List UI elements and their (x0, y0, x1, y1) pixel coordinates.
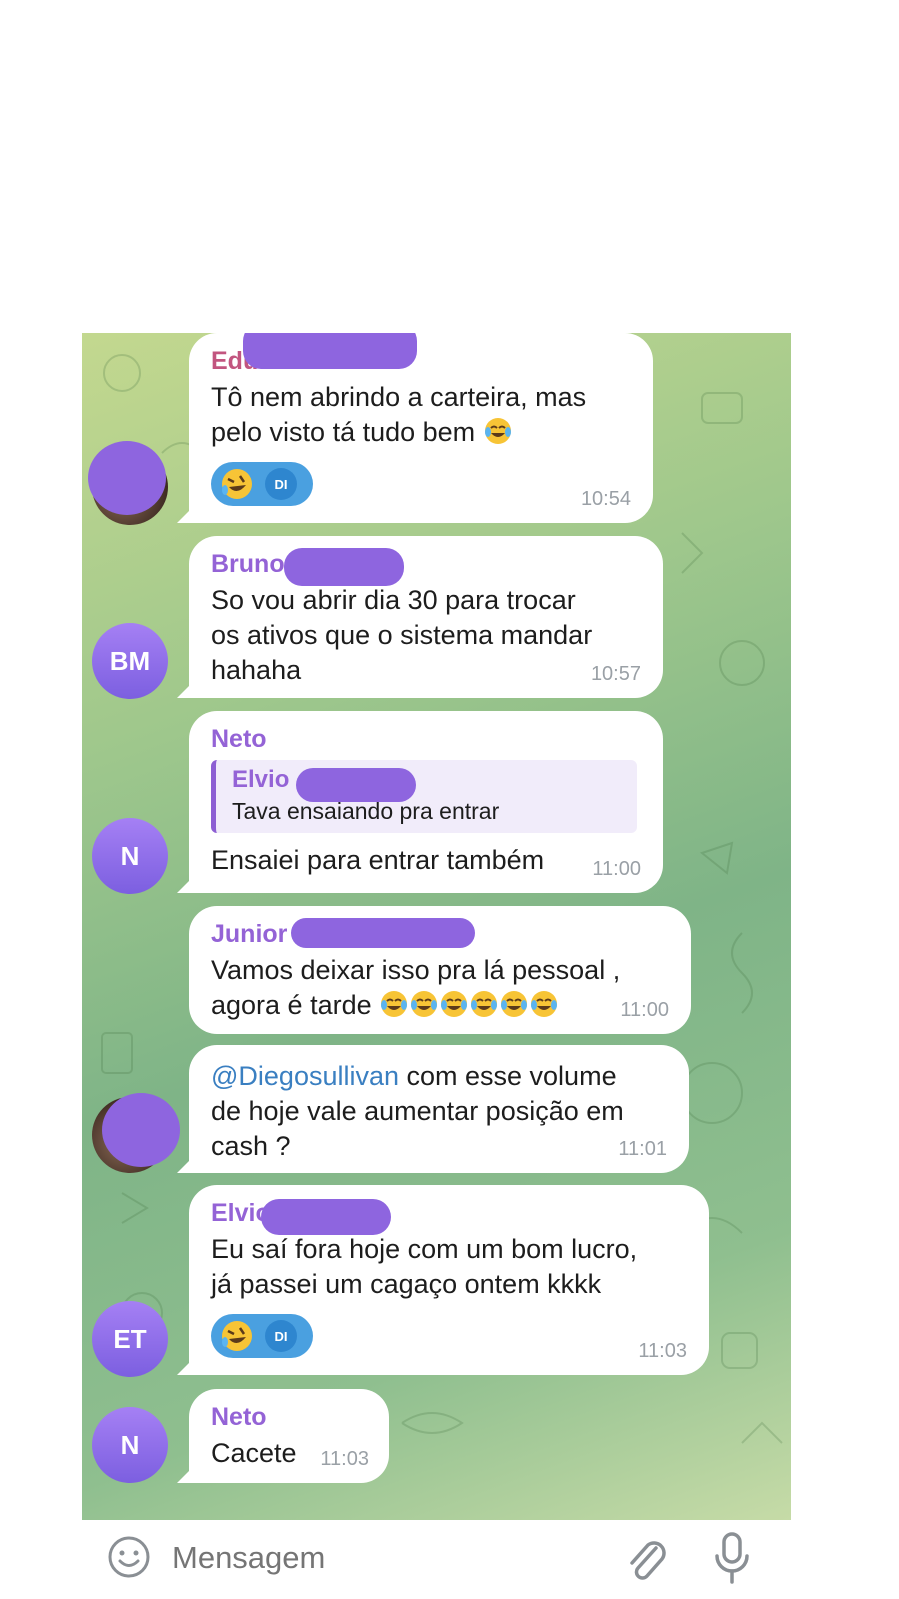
emoji-icon[interactable] (106, 1534, 152, 1580)
reply-quote[interactable]: Elvio Tava ensaiando pra entrar (211, 760, 637, 833)
message-text-line: Vamos deixar isso pra lá pessoal , (211, 955, 621, 985)
quote-text: Tava ensaiando pra entrar (232, 798, 500, 824)
message-text-line: com esse volume (399, 1061, 617, 1091)
avatar[interactable]: N (92, 1407, 168, 1483)
message-text-line: os ativos que o sistema mandar (211, 620, 593, 650)
message-input[interactable] (172, 1532, 592, 1584)
reaction-avatar: DI (265, 468, 297, 500)
message-bubble[interactable]: Neto Cacete 11:03 (189, 1389, 389, 1483)
message-text: Eu saí fora hoje com um bom lucro, já pa… (211, 1232, 687, 1302)
message-text: So vou abrir dia 30 para trocar os ativo… (211, 583, 641, 688)
message-text: Ensaiei para entrar também (211, 845, 545, 875)
message-text: Tô nem abrindo a carteira, mas pelo vist… (211, 380, 631, 450)
reaction-chip[interactable]: DI (211, 1314, 313, 1358)
redaction-mark (88, 441, 166, 515)
message-text: Vamos deixar isso pra lá pessoal , agora… (211, 953, 669, 1023)
redaction-mark (243, 333, 417, 369)
redaction-mark (291, 918, 475, 948)
message-text-line: Tô nem abrindo a carteira, mas (211, 382, 587, 412)
message-sender[interactable]: Neto (211, 1403, 267, 1432)
message-text-line: já passei um cagaço ontem kkkk (211, 1269, 602, 1299)
tears-of-joy-emoji-icon (531, 991, 558, 1017)
avatar[interactable] (88, 441, 168, 525)
message-bubble[interactable]: Junior Vamos deixar isso pra lá pessoal … (189, 906, 691, 1034)
tears-of-joy-emoji-icon (381, 991, 408, 1017)
microphone-icon[interactable] (712, 1530, 752, 1588)
avatar[interactable]: ET (92, 1301, 168, 1377)
message-time: 11:03 (638, 1340, 687, 1362)
redaction-mark (296, 768, 416, 802)
message-bubble[interactable]: @Diegosullivan com esse volume de hoje v… (189, 1045, 689, 1173)
avatar[interactable]: BM (92, 623, 168, 699)
message-text-line: cash ? (211, 1131, 291, 1161)
reaction-chip[interactable]: DI (211, 462, 313, 506)
message-composer (82, 1520, 791, 1599)
avatar[interactable] (92, 1093, 180, 1173)
message-time: 11:03 (320, 1448, 369, 1470)
redaction-mark (261, 1199, 391, 1235)
redaction-mark (102, 1093, 180, 1167)
reaction-avatar: DI (265, 1320, 297, 1352)
rolling-laughing-emoji-icon (222, 1321, 252, 1351)
tears-of-joy-emoji-icon (484, 418, 511, 444)
message-sender[interactable]: Neto (211, 725, 267, 754)
message-sender[interactable]: Junior (211, 920, 287, 949)
message-bubble[interactable]: Edu Tô nem abrindo a carteira, mas pelo … (189, 333, 653, 523)
message-bubble[interactable]: Bruno So vou abrir dia 30 para trocar os… (189, 536, 663, 698)
message-time: 10:57 (590, 663, 641, 685)
message-sender[interactable]: Bruno (211, 550, 285, 579)
message-text-line: pelo visto tá tudo bem (211, 417, 476, 447)
message-text-line: hahaha (211, 655, 302, 685)
tears-of-joy-emoji-icon (441, 991, 468, 1017)
message-time: 11:00 (620, 999, 669, 1021)
quote-sender: Elvio (232, 766, 290, 793)
redaction-mark (284, 548, 404, 586)
message-time: 10:54 (580, 488, 631, 510)
paperclip-icon[interactable] (622, 1532, 670, 1584)
tears-of-joy-emoji-icon (471, 991, 498, 1017)
message-bubble[interactable]: Neto Elvio Tava ensaiando pra entrar Ens… (189, 711, 663, 893)
message-text-line: So vou abrir dia 30 para trocar (211, 585, 576, 615)
message-time: 11:00 (592, 858, 641, 880)
message-text-line: Eu saí fora hoje com um bom lucro, (211, 1234, 638, 1264)
message-text-line: agora é tarde (211, 990, 372, 1020)
message-bubble[interactable]: Elvio Eu saí fora hoje com um bom lucro,… (189, 1185, 709, 1375)
tears-of-joy-emoji-icon (501, 991, 528, 1017)
message-text-line: de hoje vale aumentar posição em (211, 1096, 624, 1126)
mention-link[interactable]: @Diegosullivan (211, 1061, 399, 1091)
tears-of-joy-emoji-icon (411, 991, 438, 1017)
chat-background: Edu Tô nem abrindo a carteira, mas pelo … (82, 333, 791, 1520)
message-time: 11:01 (618, 1138, 667, 1160)
avatar[interactable]: N (92, 818, 168, 894)
rolling-laughing-emoji-icon (222, 469, 252, 499)
message-text: @Diegosullivan com esse volume de hoje v… (211, 1059, 667, 1164)
